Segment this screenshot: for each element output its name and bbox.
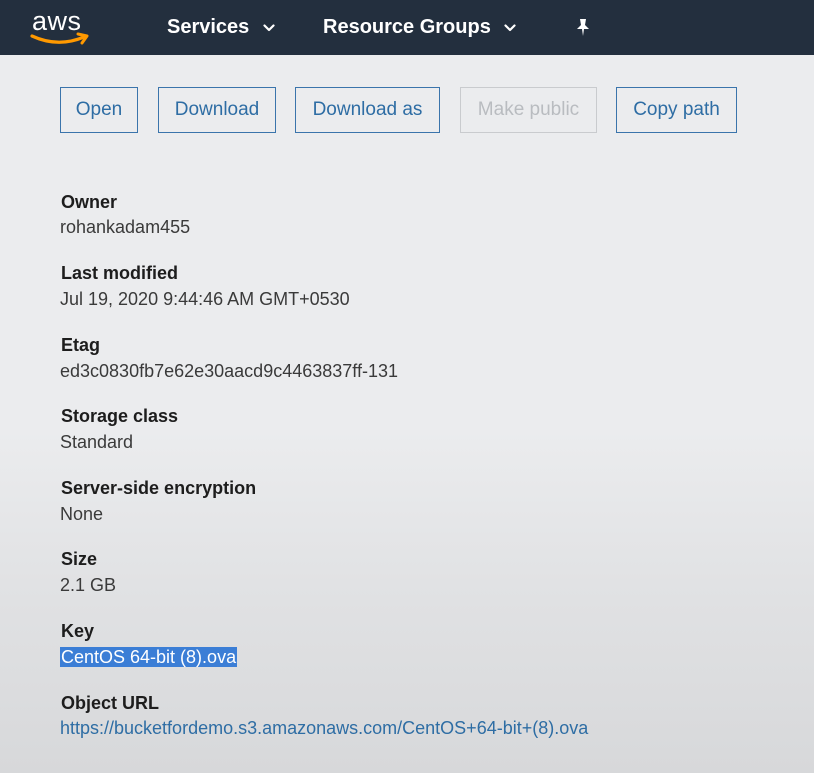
- last-modified-label: Last modified: [61, 263, 179, 283]
- aws-smile-icon: [30, 32, 89, 45]
- size-label: Size: [61, 549, 98, 569]
- encryption-label: Server-side encryption: [61, 478, 257, 498]
- key-label: Key: [61, 621, 95, 641]
- storage-class-label: Storage class: [61, 406, 179, 426]
- object-url-link[interactable]: https://bucketfordemo.s3.amazonaws.com/C…: [60, 718, 588, 739]
- nav-resource-groups-label: Resource Groups: [323, 16, 491, 38]
- pin-icon[interactable]: [573, 17, 593, 37]
- owner-value: rohankadam455: [60, 217, 191, 237]
- nav-services[interactable]: Services: [167, 16, 275, 39]
- chevron-down-icon: [263, 24, 275, 31]
- aws-logo[interactable]: aws: [30, 6, 94, 48]
- etag-label: Etag: [61, 335, 101, 355]
- etag-value: ed3c0830fb7e62e30aacd9c4463837ff-131: [60, 361, 398, 381]
- nav-services-label: Services: [167, 16, 250, 38]
- object-url-label: Object URL: [61, 693, 160, 713]
- storage-class-value: Standard: [60, 432, 134, 452]
- chevron-down-icon: [504, 24, 516, 31]
- last-modified-value: Jul 19, 2020 9:44:46 AM GMT+0530: [60, 289, 350, 309]
- key-value: CentOS 64-bit (8).ova: [60, 647, 238, 668]
- encryption-value: None: [60, 504, 104, 524]
- top-nav-bar: aws Services Resource Groups: [0, 0, 814, 55]
- make-public-button: Make public: [460, 87, 597, 133]
- owner-label: Owner: [61, 192, 118, 212]
- copy-path-button[interactable]: Copy path: [616, 87, 737, 133]
- download-button[interactable]: Download: [158, 87, 276, 133]
- key-value-selected-text[interactable]: CentOS 64-bit (8).ova: [60, 647, 238, 667]
- size-value: 2.1 GB: [60, 575, 117, 595]
- download-as-button[interactable]: Download as: [295, 87, 440, 133]
- nav-resource-groups[interactable]: Resource Groups: [323, 16, 516, 39]
- open-button[interactable]: Open: [60, 87, 138, 133]
